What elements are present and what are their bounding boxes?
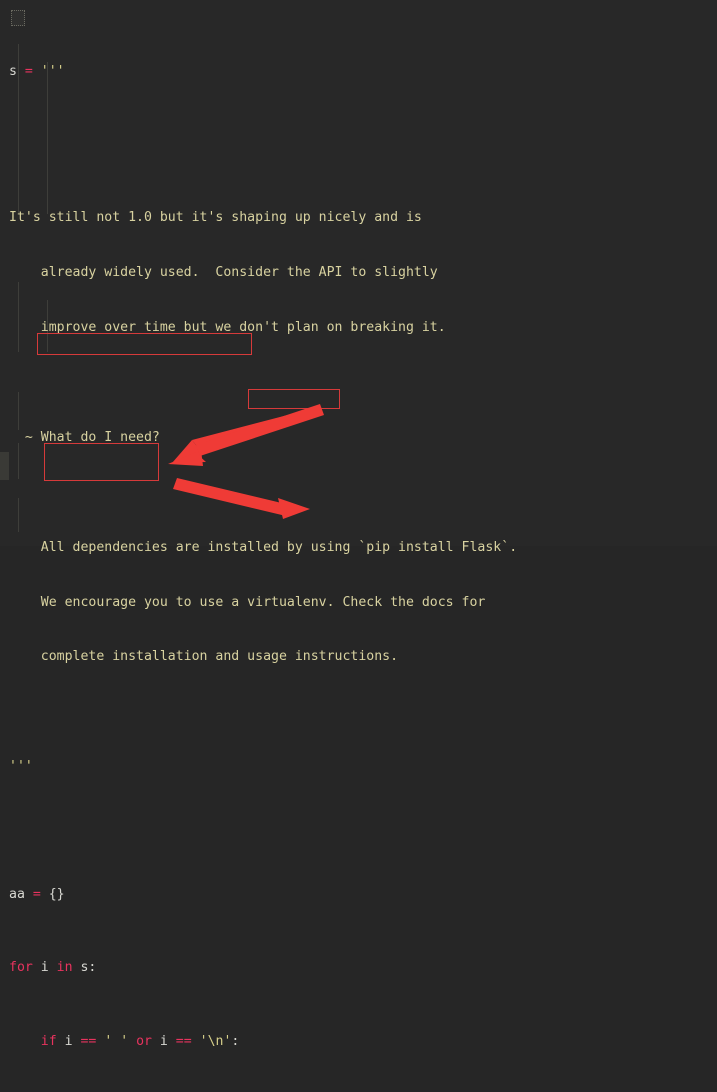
token-string-space: ' '	[96, 1033, 137, 1049]
token-assign: =	[16, 63, 41, 79]
token-variable-s: s	[9, 63, 17, 79]
token-iterable: s:	[72, 960, 97, 976]
token-loop-var: i	[32, 960, 57, 976]
token-var: i	[56, 1033, 81, 1049]
docstring-line: already widely used. Consider the API to…	[9, 265, 438, 281]
code-text[interactable]: s = ''' It's still not 1.0 but it's shap…	[9, 8, 557, 1092]
code-line-9[interactable]: All dependencies are installed by using …	[9, 539, 557, 557]
token-operator-eq: ==	[175, 1033, 192, 1049]
code-line-17[interactable]: if i == ' ' or i == '\n':	[9, 1033, 557, 1051]
token-var: i	[151, 1033, 176, 1049]
docstring-line: ~ What do I need?	[9, 429, 160, 445]
editor-gutter	[0, 0, 9, 546]
token-triple-quote-close: '''	[9, 759, 33, 775]
token-triple-quote-open: '''	[40, 63, 65, 79]
token-assign: =	[24, 887, 49, 903]
docstring-line: complete installation and usage instruct…	[9, 649, 399, 665]
code-line-5[interactable]: improve over time but we don't plan on b…	[9, 319, 557, 337]
code-line-3[interactable]: It's still not 1.0 but it's shaping up n…	[9, 209, 557, 227]
code-line-16[interactable]: for i in s:	[9, 959, 557, 977]
code-line-4[interactable]: already widely used. Consider the API to…	[9, 264, 557, 282]
code-line-15[interactable]: aa = {}	[9, 886, 557, 904]
token-keyword-for: for	[9, 960, 33, 976]
code-line-13[interactable]: '''	[9, 758, 557, 776]
token-keyword-in: in	[56, 960, 73, 976]
token-operator-eq: ==	[80, 1033, 97, 1049]
docstring-line: It's still not 1.0 but it's shaping up n…	[9, 210, 422, 226]
code-line-11[interactable]: complete installation and usage instruct…	[9, 648, 557, 666]
code-line-1[interactable]: s = '''	[9, 63, 557, 81]
code-line-10[interactable]: We encourage you to use a virtualenv. Ch…	[9, 594, 557, 612]
token-keyword-or: or	[136, 1033, 152, 1049]
token-keyword-if: if	[40, 1033, 57, 1049]
token-empty-dict: {}	[48, 887, 65, 903]
occurrence-highlight-s	[11, 10, 25, 26]
gutter-change-marker	[0, 452, 9, 480]
docstring-line: improve over time but we don't plan on b…	[9, 320, 446, 336]
token-colon: :	[231, 1033, 240, 1049]
code-editor[interactable]: s = ''' It's still not 1.0 but it's shap…	[0, 0, 717, 1049]
docstring-line: We encourage you to use a virtualenv. Ch…	[9, 594, 486, 610]
token-variable-aa: aa	[9, 887, 25, 903]
token-string-newline: '\n'	[191, 1033, 232, 1049]
docstring-line: All dependencies are installed by using …	[9, 539, 518, 555]
code-line-7[interactable]: ~ What do I need?	[9, 429, 557, 447]
